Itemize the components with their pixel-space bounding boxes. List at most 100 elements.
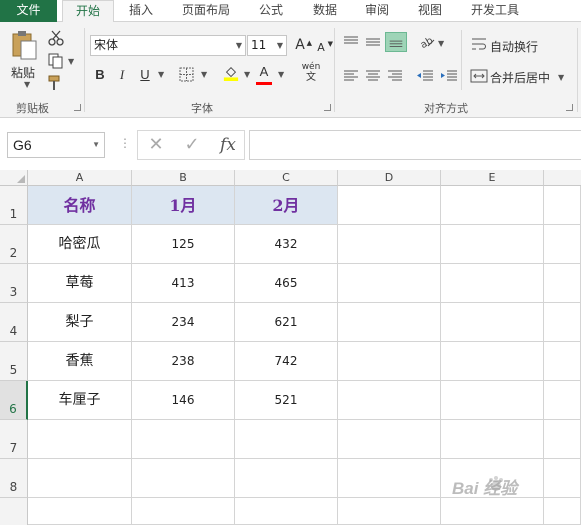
cell-e9[interactable]: [441, 498, 544, 525]
cell-e6[interactable]: [441, 381, 544, 420]
cell-a4[interactable]: 梨子: [28, 303, 132, 342]
font-launcher[interactable]: [324, 104, 331, 111]
cell-a1[interactable]: 名称: [28, 186, 132, 225]
align-right-icon[interactable]: [386, 68, 404, 84]
cell-c5[interactable]: 742: [235, 342, 338, 381]
name-box[interactable]: G6 ▼: [7, 132, 105, 158]
formula-input[interactable]: [249, 130, 581, 160]
orientation-dropdown-arrow[interactable]: ▼: [438, 39, 444, 48]
row-header-4[interactable]: 4: [0, 303, 28, 342]
cell-f8[interactable]: [544, 459, 581, 498]
alignment-launcher[interactable]: [566, 104, 573, 111]
tab-page-layout[interactable]: 页面布局: [172, 0, 240, 22]
cell-d2[interactable]: [338, 225, 441, 264]
cell-f1[interactable]: [544, 186, 581, 225]
cell-c1[interactable]: 2月: [235, 186, 338, 225]
increase-font-button[interactable]: A ▲: [292, 36, 312, 54]
cell-e1[interactable]: [441, 186, 544, 225]
align-center-icon[interactable]: [364, 68, 382, 84]
cell-b2[interactable]: 125: [132, 225, 235, 264]
underline-dropdown-arrow[interactable]: ▼: [158, 70, 164, 79]
tab-review[interactable]: 审阅: [354, 0, 400, 22]
borders-dropdown-arrow[interactable]: ▼: [201, 70, 207, 79]
cell-b1[interactable]: 1月: [132, 186, 235, 225]
cell-f3[interactable]: [544, 264, 581, 303]
borders-icon[interactable]: [178, 67, 196, 83]
row-header-1[interactable]: 1: [0, 186, 28, 225]
cell-a5[interactable]: 香蕉: [28, 342, 132, 381]
cell-d1[interactable]: [338, 186, 441, 225]
row-header-8[interactable]: 8: [0, 459, 28, 498]
row-header-6[interactable]: 6: [0, 381, 28, 420]
cell-d6[interactable]: [338, 381, 441, 420]
cell-e7[interactable]: [441, 420, 544, 459]
cell-d3[interactable]: [338, 264, 441, 303]
underline-button[interactable]: U: [137, 66, 153, 84]
font-color-dropdown-arrow[interactable]: ▼: [278, 70, 284, 79]
column-header-d[interactable]: D: [338, 170, 441, 186]
column-header-c[interactable]: C: [235, 170, 338, 186]
italic-button[interactable]: I: [114, 66, 130, 84]
cell-f6[interactable]: [544, 381, 581, 420]
tab-view[interactable]: 视图: [407, 0, 453, 22]
top-align-icon[interactable]: [342, 34, 360, 50]
row-header-3[interactable]: 3: [0, 264, 28, 303]
cell-a3[interactable]: 草莓: [28, 264, 132, 303]
format-painter-icon[interactable]: [47, 75, 65, 91]
cell-c4[interactable]: 621: [235, 303, 338, 342]
orientation-icon[interactable]: ab: [418, 34, 436, 50]
cell-b8[interactable]: [132, 459, 235, 498]
column-header-b[interactable]: B: [132, 170, 235, 186]
cell-d4[interactable]: [338, 303, 441, 342]
cell-a2[interactable]: 哈密瓜: [28, 225, 132, 264]
cell-e3[interactable]: [441, 264, 544, 303]
tab-developer[interactable]: 开发工具: [460, 0, 530, 22]
cell-b4[interactable]: 234: [132, 303, 235, 342]
column-header-f[interactable]: [544, 170, 581, 186]
tab-formulas[interactable]: 公式: [248, 0, 294, 22]
cell-a9[interactable]: [28, 498, 132, 525]
copy-dropdown-arrow[interactable]: ▼: [68, 57, 74, 66]
cell-c7[interactable]: [235, 420, 338, 459]
cut-icon[interactable]: [47, 30, 65, 46]
increase-indent-icon[interactable]: [440, 68, 458, 84]
row-header-7[interactable]: 7: [0, 420, 28, 459]
select-all-corner[interactable]: [0, 170, 28, 186]
font-name-select[interactable]: 宋体 ▼: [90, 35, 246, 56]
font-size-select[interactable]: 11 ▼: [247, 35, 287, 56]
cell-e5[interactable]: [441, 342, 544, 381]
cell-d9[interactable]: [338, 498, 441, 525]
cancel-icon[interactable]: ✕: [143, 132, 169, 158]
tab-data[interactable]: 数据: [302, 0, 348, 22]
cell-a7[interactable]: [28, 420, 132, 459]
phonetic-button[interactable]: wén 文: [300, 62, 322, 84]
cell-c8[interactable]: [235, 459, 338, 498]
cell-a6[interactable]: 车厘子: [28, 381, 132, 420]
merge-dropdown-arrow[interactable]: ▼: [558, 73, 564, 82]
cell-b9[interactable]: [132, 498, 235, 525]
column-header-e[interactable]: E: [441, 170, 544, 186]
cell-a8[interactable]: [28, 459, 132, 498]
cell-f9[interactable]: [544, 498, 581, 525]
cell-b3[interactable]: 413: [132, 264, 235, 303]
row-header-2[interactable]: 2: [0, 225, 28, 264]
enter-icon[interactable]: ✓: [179, 132, 205, 158]
cell-c2[interactable]: 432: [235, 225, 338, 264]
tab-insert[interactable]: 插入: [118, 0, 164, 22]
fill-color-dropdown-arrow[interactable]: ▼: [244, 70, 250, 79]
bottom-align-icon[interactable]: [385, 32, 407, 52]
decrease-indent-icon[interactable]: [416, 68, 434, 84]
copy-icon[interactable]: [47, 53, 65, 69]
cell-f2[interactable]: [544, 225, 581, 264]
column-header-a[interactable]: A: [28, 170, 132, 186]
cell-f4[interactable]: [544, 303, 581, 342]
cell-d5[interactable]: [338, 342, 441, 381]
cell-d7[interactable]: [338, 420, 441, 459]
fill-color-icon[interactable]: [222, 65, 240, 81]
cell-b7[interactable]: [132, 420, 235, 459]
cell-c9[interactable]: [235, 498, 338, 525]
decrease-font-button[interactable]: A ▼: [313, 39, 333, 57]
clipboard-launcher[interactable]: [74, 104, 81, 111]
bold-button[interactable]: B: [92, 66, 108, 84]
insert-function-button[interactable]: fx: [214, 132, 242, 158]
